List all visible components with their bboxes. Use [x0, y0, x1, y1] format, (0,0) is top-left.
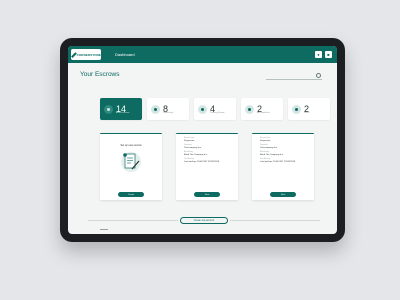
stat-pending[interactable]: 4 Pending Review [194, 98, 236, 120]
stat-label: Accomplished [257, 112, 270, 114]
stat-collectively[interactable]: 8 Collectively [147, 98, 189, 120]
escrow-cards: Set up new escrow Create Escrow Type Dis… [100, 133, 314, 200]
detail-row: Beneficiary Bend The Company b.v. [184, 151, 219, 156]
escrow-card[interactable]: Escrow Type Dispersion Depositor Techcom… [176, 133, 238, 200]
create-escrow-button[interactable]: Create [118, 192, 144, 197]
stat-icon [245, 104, 254, 114]
setup-title: Set up new escrow [120, 144, 142, 147]
detail-row: Last Backup Last backup: 23:08 CET 22/02… [260, 158, 295, 163]
stat-drafts[interactable]: 2 Drafts [288, 98, 330, 120]
page-title: Your Escrows [80, 71, 120, 78]
nav-dashboard[interactable]: Dashboard [115, 52, 135, 57]
detail-value: Last backup: 23:08 CET 22/02/2018 [184, 160, 219, 163]
detail-row: Beneficiary Bend The Company b.v. [260, 151, 295, 156]
stat-active[interactable]: 14 Active escrows [100, 98, 142, 120]
stat-label: Active escrows [116, 112, 130, 114]
setup-escrow-card: Set up new escrow Create [100, 133, 162, 200]
view-escrow-button[interactable]: View [270, 192, 296, 197]
top-bar: CORNERSTONE Dashboard ● ■ [68, 46, 337, 63]
topbar-actions: ● ■ [315, 51, 332, 58]
tablet-frame: CORNERSTONE Dashboard ● ■ Your Escrows 1… [60, 38, 345, 242]
detail-value: Techcompany b.v. [260, 146, 278, 149]
logo[interactable]: CORNERSTONE [71, 49, 101, 60]
detail-value: Dispersion [184, 139, 195, 142]
document-pen-icon [121, 152, 141, 172]
search-input[interactable] [266, 79, 322, 80]
detail-value: Techcompany b.v. [184, 146, 202, 149]
detail-value: Bend The Company b.v. [184, 153, 208, 156]
escrow-details: Escrow Type Dispersion Depositor Techcom… [260, 137, 295, 166]
stat-icon [104, 104, 113, 114]
bell-icon[interactable]: ● [315, 51, 322, 58]
app-screen: CORNERSTONE Dashboard ● ■ Your Escrows 1… [68, 46, 337, 234]
view-escrow-button[interactable]: View [194, 192, 220, 197]
stat-accomplished[interactable]: 2 Accomplished [241, 98, 283, 120]
divider [230, 220, 320, 221]
detail-value: Dispersion [260, 139, 271, 142]
stat-icon [292, 104, 301, 114]
stat-label: Drafts [304, 112, 310, 114]
stats-row: 14 Active escrows 8 Collectively 4 Pendi… [100, 98, 330, 120]
detail-row: Depositor Techcompany b.v. [260, 144, 295, 149]
search-icon[interactable] [316, 73, 321, 78]
detail-row: Escrow Type Dispersion [184, 137, 219, 142]
detail-value: Last backup: 23:08 CET 22/02/2018 [260, 160, 295, 163]
stat-label: Collectively [163, 112, 174, 114]
create-account-button[interactable]: Create new account [180, 217, 228, 224]
divider [88, 220, 178, 221]
escrow-details: Escrow Type Dispersion Depositor Techcom… [184, 137, 219, 166]
detail-row: Last Backup Last backup: 23:08 CET 22/02… [184, 158, 219, 163]
detail-row: Depositor Techcompany b.v. [184, 144, 219, 149]
detail-row: Escrow Type Dispersion [260, 137, 295, 142]
stat-icon [198, 104, 207, 114]
escrow-card[interactable]: Escrow Type Dispersion Depositor Techcom… [252, 133, 314, 200]
logo-text: CORNERSTONE [76, 52, 101, 57]
user-icon[interactable]: ■ [325, 51, 332, 58]
stat-label: Pending Review [210, 112, 225, 114]
footer-mark [100, 229, 108, 230]
detail-value: Bend The Company b.v. [260, 153, 284, 156]
stat-icon [151, 104, 160, 114]
